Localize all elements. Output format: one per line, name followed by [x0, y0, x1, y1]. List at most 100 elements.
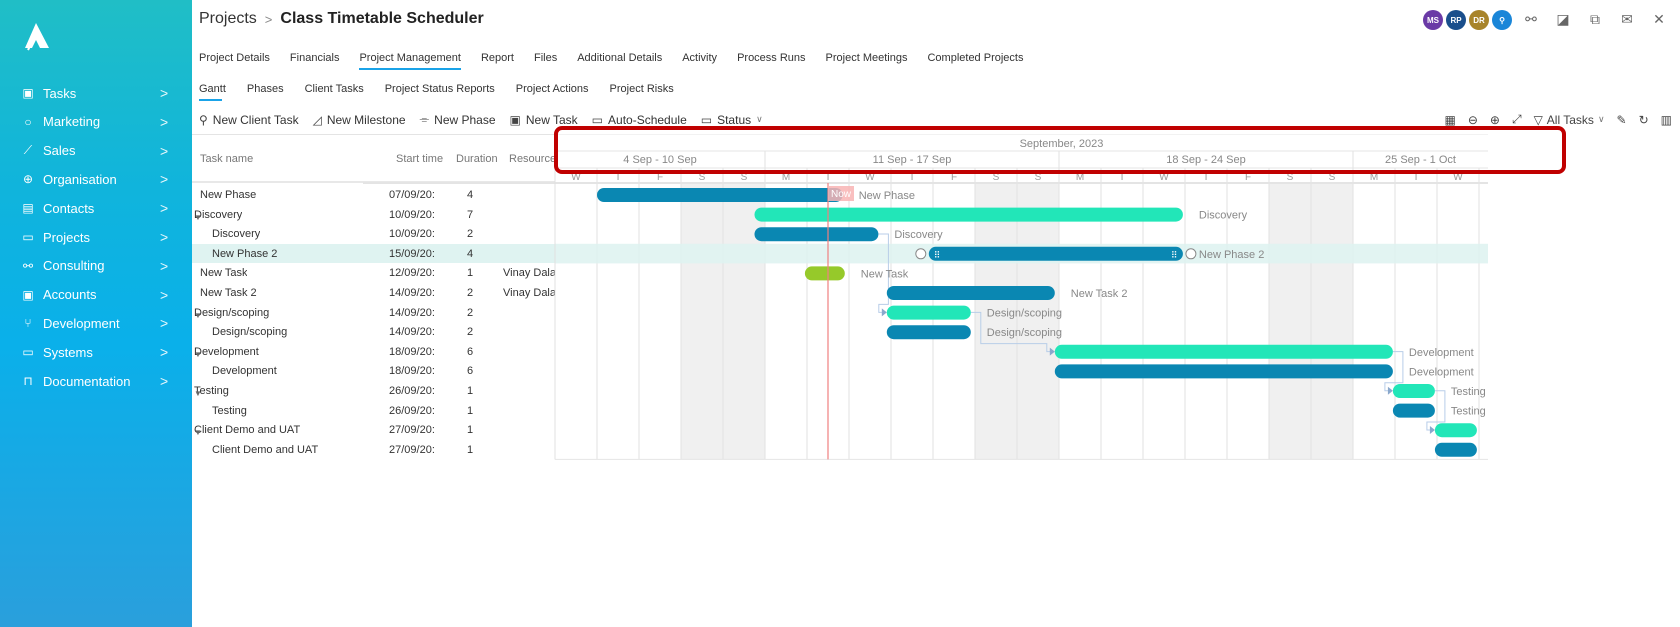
tab-project-management[interactable]: Project Management	[359, 52, 461, 70]
gantt-bar[interactable]	[1054, 344, 1393, 359]
sidebar-item-projects[interactable]: ▭ Projects >	[0, 223, 192, 251]
gantt-bar[interactable]	[1392, 384, 1435, 398]
day-letter: M	[782, 172, 790, 183]
refresh-icon[interactable]: ↻	[1639, 113, 1649, 127]
gantt-bar[interactable]	[886, 305, 971, 320]
filter-dropdown[interactable]: ▽ All Tasks ∨	[1534, 113, 1605, 127]
app-logo[interactable]	[22, 22, 50, 52]
copy-icon[interactable]: ⧉	[1586, 9, 1604, 29]
auto-schedule-button[interactable]: ▭ Auto-Schedule	[592, 113, 687, 127]
subtab-client-tasks[interactable]: Client Tasks	[305, 83, 364, 101]
gantt-bar[interactable]	[1054, 364, 1393, 379]
column-task-name[interactable]: Task name	[200, 153, 253, 165]
gantt-bar[interactable]	[804, 266, 845, 281]
subtab-project-actions[interactable]: Project Actions	[516, 83, 589, 101]
sidebar-item-label: Tasks	[43, 85, 77, 101]
sidebar-item-accounts[interactable]: ▣ Accounts >	[0, 281, 192, 309]
drag-handle-icon[interactable]: ⠿	[934, 250, 941, 260]
pencil-icon[interactable]: ✎	[1617, 113, 1627, 127]
task-name-cell: Design/scoping	[212, 326, 287, 338]
new-milestone-button[interactable]: ◿ New Milestone	[313, 113, 406, 127]
layout-settings-icon[interactable]: ▥	[1661, 113, 1672, 127]
task-name-cell: New Task 2	[200, 287, 257, 299]
chevron-right-icon: >	[160, 113, 169, 130]
expand-caret-icon[interactable]: ▼	[194, 213, 202, 221]
task-name-cell: ▼ Design/scoping	[194, 307, 269, 319]
link-handle-start[interactable]	[915, 248, 927, 260]
expand-caret-icon[interactable]: ▼	[194, 428, 202, 436]
gantt-bar[interactable]	[1434, 442, 1477, 457]
day-letter: F	[1245, 172, 1251, 183]
task-name-cell: New Phase 2	[212, 248, 277, 260]
link-handle-end[interactable]	[1185, 248, 1197, 260]
sidebar-item-sales[interactable]: ⟋ Sales >	[0, 137, 192, 165]
sidebar-item-marketing[interactable]: ○ Marketing >	[0, 108, 192, 136]
tab-report[interactable]: Report	[481, 52, 514, 70]
dependency-arrow	[1387, 386, 1393, 395]
gantt-bar[interactable]	[886, 286, 1055, 300]
sidebar-item-tasks[interactable]: ▣ Tasks >	[0, 79, 192, 107]
subtab-project-status-reports[interactable]: Project Status Reports	[385, 83, 495, 101]
sidebar-item-documentation[interactable]: ⊓ Documentation >	[0, 367, 192, 395]
tab-activity[interactable]: Activity	[682, 52, 717, 70]
new-task-button[interactable]: ▣ New Task	[510, 113, 578, 127]
expand-caret-icon[interactable]: ▼	[194, 389, 202, 397]
sidebar-item-development[interactable]: ⑂ Development >	[0, 309, 192, 337]
task-name-cell: ▼ Discovery	[194, 209, 242, 221]
avatar[interactable]: DR	[1469, 10, 1489, 30]
chart-line-icon: ⟋	[23, 143, 33, 158]
subtab-gantt[interactable]: Gantt	[199, 83, 226, 101]
status-label: Status	[717, 112, 752, 127]
gantt-bar[interactable]	[754, 207, 1183, 222]
expand-caret-icon[interactable]: ▼	[194, 311, 202, 319]
new-client-task-button[interactable]: ⚲ New Client Task	[199, 113, 299, 127]
sidebar-item-contacts[interactable]: ▤ Contacts >	[0, 194, 192, 222]
zoom-out-icon[interactable]: ⊖	[1468, 113, 1478, 127]
id-card-icon: ▤	[22, 201, 34, 216]
status-dropdown[interactable]: ▭ Status ∨	[701, 113, 763, 127]
gantt-bar[interactable]	[886, 325, 971, 340]
sidebar-item-systems[interactable]: ▭ Systems >	[0, 338, 192, 366]
mail-icon[interactable]: ✉	[1618, 9, 1636, 29]
sidebar-item-consulting[interactable]: ⚯ Consulting >	[0, 252, 192, 280]
circle-icon: ○	[24, 114, 32, 129]
task-name-cell: Testing	[212, 405, 247, 417]
columns-icon[interactable]: ▦	[1444, 113, 1455, 127]
zoom-in-icon[interactable]: ⊕	[1490, 113, 1500, 127]
subtab-phases[interactable]: Phases	[247, 83, 284, 101]
task-name-cell: Discovery	[212, 228, 260, 240]
main-tabs: Project Details Financials Project Managem…	[199, 52, 1023, 70]
close-icon[interactable]: ✕	[1650, 9, 1668, 29]
sidebar-item-organisation[interactable]: ⊕ Organisation >	[0, 165, 192, 193]
sidebar-item-label: Accounts	[43, 287, 97, 303]
gantt-bar[interactable]	[928, 246, 1183, 261]
drag-handle-icon[interactable]: ⠿	[1171, 250, 1178, 260]
ruler-icon[interactable]: ◪	[1554, 9, 1572, 29]
task-name-cell: ▼ Testing	[194, 385, 229, 397]
expand-caret-icon[interactable]: ▼	[194, 350, 202, 358]
gantt-bar[interactable]	[754, 227, 879, 242]
day-letter: S	[699, 172, 706, 183]
day-letter: W	[571, 172, 581, 183]
task-name: Testing	[212, 404, 247, 417]
tab-process-runs[interactable]: Process Runs	[737, 52, 805, 70]
bar-label: Testing	[1451, 386, 1486, 398]
gantt-bar[interactable]	[1392, 403, 1435, 418]
avatar[interactable]: ⚲	[1492, 10, 1512, 30]
day-letter: T	[615, 172, 621, 183]
tab-financials[interactable]: Financials	[290, 52, 340, 70]
new-phase-button[interactable]: ⌯ New Phase	[420, 112, 496, 127]
tab-completed-projects[interactable]: Completed Projects	[927, 52, 1023, 70]
breadcrumb-projects[interactable]: Projects	[199, 10, 257, 28]
subtab-project-risks[interactable]: Project Risks	[610, 83, 674, 101]
tab-project-meetings[interactable]: Project Meetings	[826, 52, 908, 70]
tab-additional-details[interactable]: Additional Details	[577, 52, 662, 70]
gantt-bar[interactable]	[1434, 423, 1477, 438]
tab-files[interactable]: Files	[534, 52, 557, 70]
gantt-bar[interactable]	[597, 188, 843, 202]
expand-icon[interactable]: ⤢	[1512, 112, 1522, 127]
share-nodes-icon[interactable]: ⚯	[1522, 9, 1540, 29]
tab-project-details[interactable]: Project Details	[199, 52, 270, 70]
avatar[interactable]: MS	[1423, 10, 1443, 30]
avatar[interactable]: RP	[1446, 10, 1466, 30]
